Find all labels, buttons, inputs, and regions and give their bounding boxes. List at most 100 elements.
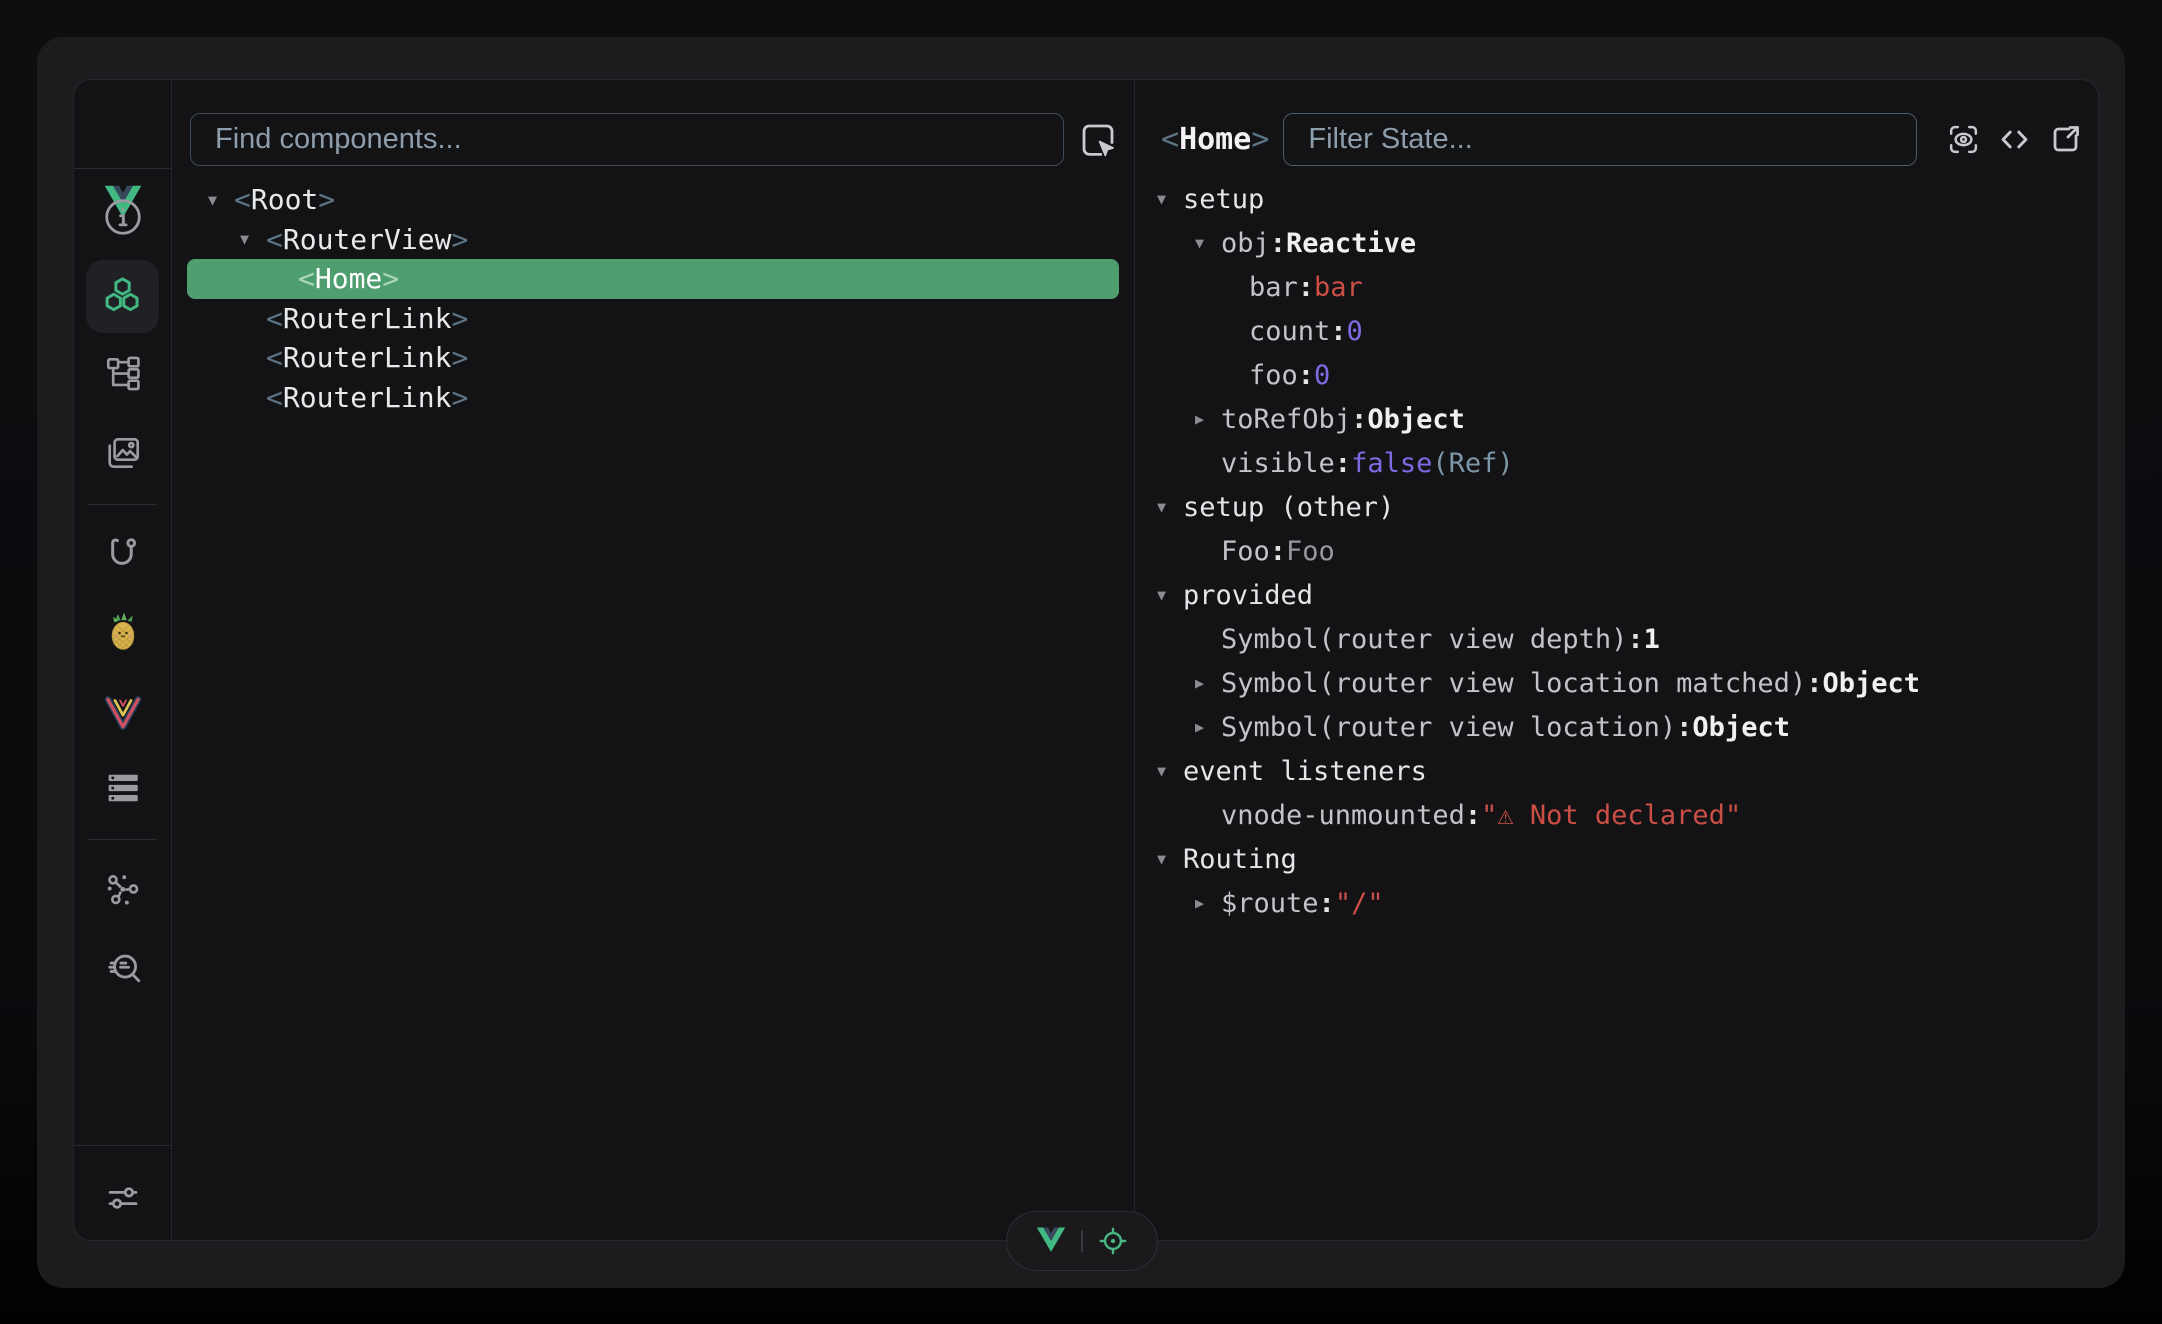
state-section-label: setup (other) — [1183, 492, 1394, 523]
state-tree: ▼setup▼obj : Reactivebar : barcount : 0f… — [1135, 177, 2098, 925]
state-section-event-listeners[interactable]: ▼event listeners — [1157, 749, 2098, 793]
caret-collapsed-icon[interactable]: ▶ — [1195, 410, 1221, 428]
state-section-setup-other-[interactable]: ▼setup (other) — [1157, 485, 2098, 529]
find-components-input[interactable] — [190, 113, 1064, 166]
vue-router-icon[interactable] — [102, 691, 144, 733]
state-key: bar — [1249, 272, 1298, 303]
settings-icon[interactable] — [102, 1177, 144, 1219]
state-colon: : — [1298, 360, 1314, 391]
component-tag-label: <Root> — [234, 183, 335, 216]
open-external-icon[interactable] — [2047, 121, 2084, 158]
state-key: Symbol(router view location) — [1221, 712, 1676, 743]
pages-icon[interactable] — [102, 352, 144, 394]
state-key: obj — [1221, 228, 1270, 259]
caret-expanded-icon[interactable]: ▼ — [1157, 762, 1183, 780]
tree-node-home-2[interactable]: <Home> — [187, 259, 1119, 299]
caret-collapsed-icon[interactable]: ▶ — [1195, 674, 1221, 692]
state-row-Symbol-router-view-location-[interactable]: ▶Symbol(router view location) : Object — [1157, 705, 2098, 749]
router-hook-icon[interactable] — [102, 531, 144, 573]
inspect-target-icon[interactable] — [1096, 1224, 1130, 1258]
selected-component-tag: <Home> — [1161, 122, 1269, 157]
state-value: Object — [1822, 668, 1920, 699]
caret-expanded-icon[interactable]: ▼ — [240, 230, 266, 248]
state-row-Symbol-router-view-depth-[interactable]: Symbol(router view depth) : 1 — [1157, 617, 2098, 661]
state-section-label: event listeners — [1183, 756, 1427, 787]
state-key: vnode-unmounted — [1221, 800, 1465, 831]
logs-icon[interactable] — [102, 767, 144, 809]
state-panel: <Home> — [1135, 80, 2098, 1240]
state-colon: : — [1270, 228, 1286, 259]
state-value: Reactive — [1286, 228, 1416, 259]
component-tag-label: <RouterLink> — [266, 341, 468, 374]
state-value: Object — [1692, 712, 1790, 743]
tree-node-routerlink-4[interactable]: <RouterLink> — [187, 338, 1119, 378]
state-row-Foo[interactable]: Foo : Foo — [1157, 529, 2098, 573]
caret-collapsed-icon[interactable]: ▶ — [1195, 718, 1221, 736]
filter-state-input[interactable] — [1283, 113, 1917, 166]
state-key: visible — [1221, 448, 1335, 479]
state-colon: : — [1298, 272, 1314, 303]
sidebar-item-components-active[interactable] — [86, 260, 159, 333]
state-row-bar[interactable]: bar : bar — [1157, 265, 2098, 309]
state-row-Symbol-router-view-location-matched-[interactable]: ▶Symbol(router view location matched) : … — [1157, 661, 2098, 705]
state-colon: : — [1270, 536, 1286, 567]
state-value: 1 — [1644, 624, 1660, 655]
state-colon: : — [1330, 316, 1346, 347]
state-colon: : — [1335, 448, 1351, 479]
state-key: foo — [1249, 360, 1298, 391]
state-value: 0 — [1347, 316, 1363, 347]
state-row-visible[interactable]: visible : false(Ref) — [1157, 441, 2098, 485]
caret-collapsed-icon[interactable]: ▶ — [1195, 894, 1221, 912]
vue-devtools-panel: ▼<Root>▼<RouterView><Home><RouterLink><R… — [73, 79, 2099, 1241]
state-value: "/" — [1335, 888, 1384, 919]
component-tag-label: <RouterLink> — [266, 302, 468, 335]
component-tag-label: <RouterView> — [266, 223, 468, 256]
component-tree: ▼<Root>▼<RouterView><Home><RouterLink><R… — [172, 180, 1134, 417]
inspect-dom-icon[interactable] — [1945, 121, 1982, 158]
state-section-setup[interactable]: ▼setup — [1157, 177, 2098, 221]
caret-expanded-icon[interactable]: ▼ — [1157, 586, 1183, 604]
state-value: bar — [1314, 272, 1363, 303]
state-key: Foo — [1221, 536, 1270, 567]
info-icon[interactable] — [102, 196, 144, 238]
caret-expanded-icon[interactable]: ▼ — [208, 191, 234, 209]
devtools-window: ▼<Root>▼<RouterView><Home><RouterLink><R… — [37, 37, 2125, 1288]
state-key: Symbol(router view location matched) — [1221, 668, 1806, 699]
component-tag-label: <Home> — [298, 262, 399, 295]
state-value: "⚠ Not declared" — [1481, 800, 1741, 831]
pinia-pineapple-icon[interactable] — [102, 611, 144, 653]
tree-node-routerlink-3[interactable]: <RouterLink> — [187, 299, 1119, 339]
tree-node-routerlink-5[interactable]: <RouterLink> — [187, 378, 1119, 418]
assets-icon[interactable] — [102, 432, 144, 474]
state-row-toRefObj[interactable]: ▶toRefObj : Object — [1157, 397, 2098, 441]
state-row-vnode-unmounted[interactable]: vnode-unmounted : "⚠ Not declared" — [1157, 793, 2098, 837]
sidebar — [74, 80, 172, 1240]
caret-expanded-icon[interactable]: ▼ — [1157, 850, 1183, 868]
code-icon[interactable] — [1996, 121, 2033, 158]
tree-node-root-0[interactable]: ▼<Root> — [187, 180, 1119, 220]
caret-expanded-icon[interactable]: ▼ — [1195, 234, 1221, 252]
tree-node-routerview-1[interactable]: ▼<RouterView> — [187, 220, 1119, 260]
state-colon: : — [1465, 800, 1481, 831]
graph-icon[interactable] — [102, 869, 144, 911]
state-key: toRefObj — [1221, 404, 1351, 435]
inspector-search-icon[interactable] — [102, 948, 144, 990]
caret-expanded-icon[interactable]: ▼ — [1157, 190, 1183, 208]
state-section-label: provided — [1183, 580, 1313, 611]
state-colon: : — [1319, 888, 1335, 919]
state-section-Routing[interactable]: ▼Routing — [1157, 837, 2098, 881]
state-row-count[interactable]: count : 0 — [1157, 309, 2098, 353]
state-section-label: setup — [1183, 184, 1264, 215]
state-colon: : — [1351, 404, 1367, 435]
caret-expanded-icon[interactable]: ▼ — [1157, 498, 1183, 516]
state-row-obj[interactable]: ▼obj : Reactive — [1157, 221, 2098, 265]
state-row-$route[interactable]: ▶$route : "/" — [1157, 881, 2098, 925]
state-row-foo[interactable]: foo : 0 — [1157, 353, 2098, 397]
components-toolbar — [172, 80, 1134, 166]
vue-logo-icon[interactable] — [1034, 1226, 1068, 1256]
state-section-provided[interactable]: ▼provided — [1157, 573, 2098, 617]
components-panel: ▼<Root>▼<RouterView><Home><RouterLink><R… — [172, 80, 1134, 1240]
sidebar-divider — [74, 1145, 171, 1146]
select-component-icon[interactable] — [1077, 119, 1119, 161]
devtools-toggle-pill[interactable] — [1006, 1211, 1158, 1271]
